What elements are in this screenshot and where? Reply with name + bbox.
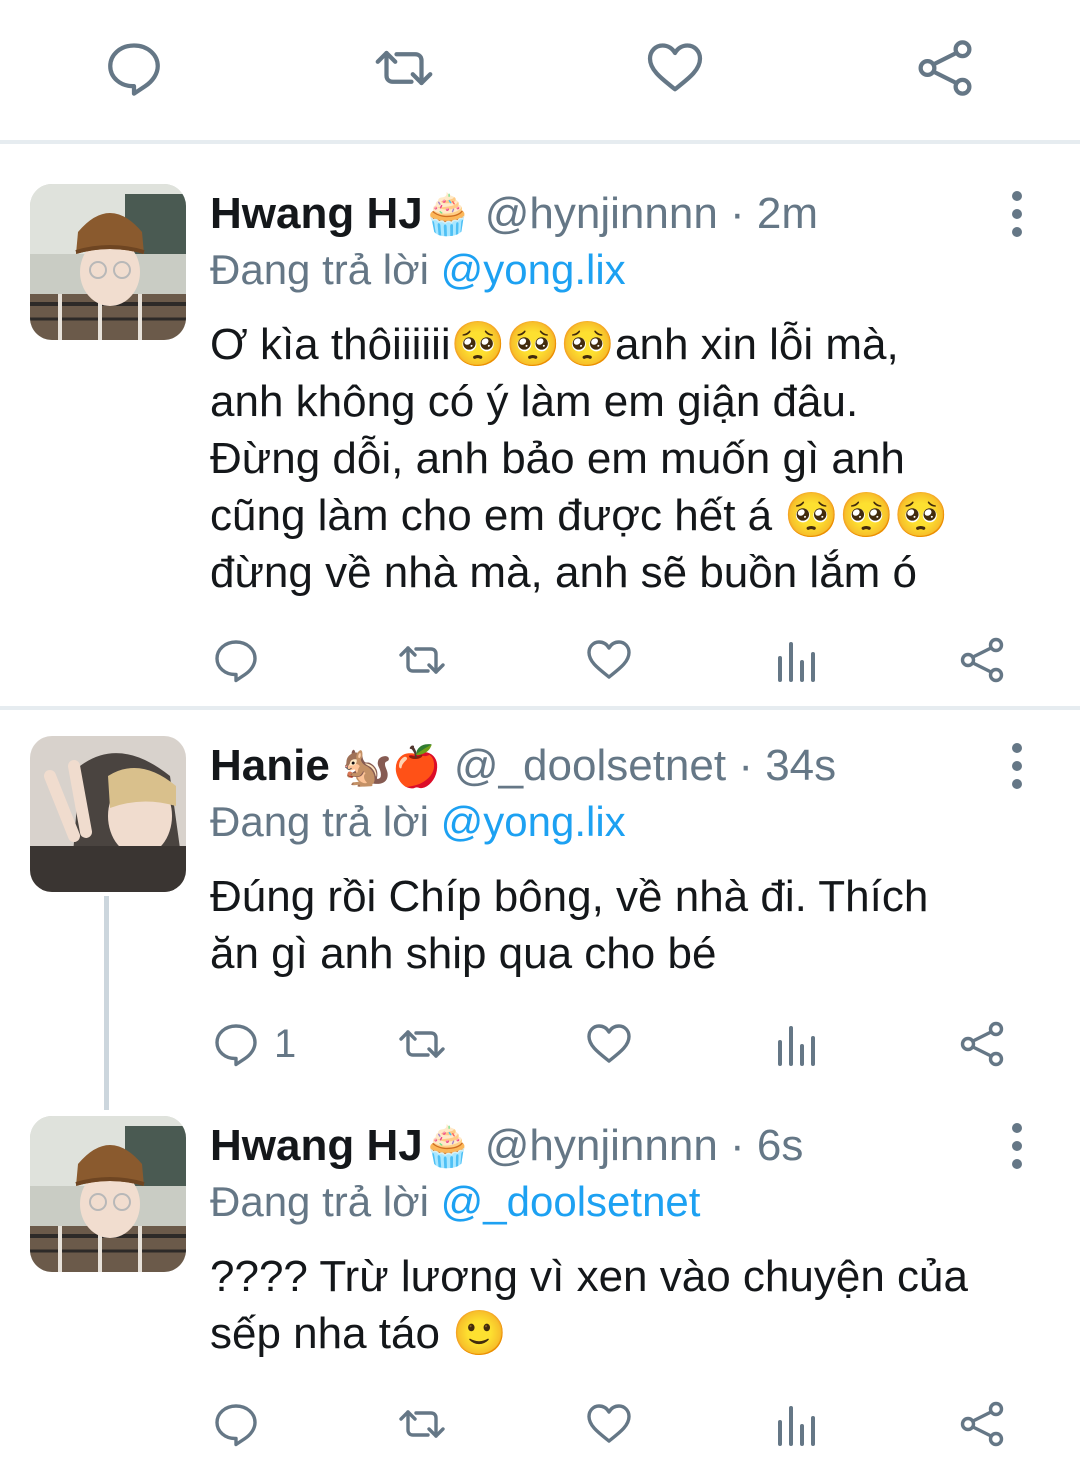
- tweet-actions: 1: [0, 1018, 1080, 1078]
- top-action-bar: [0, 0, 1080, 140]
- tweet[interactable]: Hwang HJ🧁 @hynjinnnn · 2m Đang trả lời @…: [0, 182, 1080, 702]
- more-icon[interactable]: [1000, 1116, 1034, 1176]
- text-line: Đừng dỗi, anh bảo em muốn gì anh: [210, 434, 905, 483]
- tweet-actions: [0, 634, 1080, 694]
- tweet-text: ???? Trừ lương vì xen vào chuyện của sếp…: [210, 1248, 1030, 1362]
- share-button[interactable]: [958, 1018, 1006, 1070]
- like-icon: [585, 636, 633, 684]
- tweet-header: Hwang HJ🧁 @hynjinnnn · 2m: [210, 182, 818, 246]
- text-line: ăn gì anh ship qua cho bé: [210, 929, 717, 978]
- author-name[interactable]: Hwang HJ: [210, 1121, 423, 1170]
- like-button[interactable]: [585, 1018, 633, 1070]
- tweet-header: Hanie 🐿️🍎 @_doolsetnet · 34s: [210, 734, 836, 798]
- retweet-icon: [398, 636, 446, 684]
- reply-button[interactable]: [212, 1398, 274, 1450]
- share-icon[interactable]: [915, 38, 975, 98]
- like-icon: [585, 1020, 633, 1068]
- name-emoji: 🐿️🍎: [342, 744, 442, 790]
- tweet-header: Hwang HJ🧁 @hynjinnnn · 6s: [210, 1114, 803, 1178]
- stats-icon: [772, 636, 820, 684]
- tweet-text: Đúng rồi Chíp bông, về nhà đi. Thích ăn …: [210, 868, 1030, 982]
- stats-button[interactable]: [772, 1398, 820, 1450]
- like-icon[interactable]: [645, 38, 705, 98]
- replying-to: Đang trả lời @yong.lix: [210, 242, 626, 298]
- tweet[interactable]: Hwang HJ🧁 @hynjinnnn · 6s Đang trả lời @…: [0, 1114, 1080, 1454]
- replying-to: Đang trả lời @_doolsetnet: [210, 1174, 700, 1230]
- more-icon[interactable]: [1000, 184, 1034, 244]
- divider: [0, 140, 1080, 144]
- text-line: ???? Trừ lương vì xen vào chuyện của: [210, 1252, 968, 1301]
- reply-icon[interactable]: [104, 38, 164, 98]
- share-icon: [958, 1400, 1006, 1448]
- stats-button[interactable]: [772, 634, 820, 686]
- stats-icon: [772, 1020, 820, 1068]
- tweet-actions: [0, 1398, 1080, 1458]
- replying-label: Đang trả lời: [210, 1178, 429, 1225]
- replying-label: Đang trả lời: [210, 246, 429, 293]
- reply-count: 1: [274, 1021, 297, 1066]
- avatar[interactable]: [30, 1116, 186, 1272]
- reply-icon: [212, 636, 260, 684]
- reply-icon: [212, 1400, 260, 1448]
- text-line: đừng về nhà mà, anh sẽ buồn lắm ó: [210, 548, 918, 597]
- retweet-button[interactable]: [398, 1398, 446, 1450]
- reply-icon: [212, 1020, 260, 1068]
- retweet-icon: [398, 1020, 446, 1068]
- timestamp[interactable]: · 2m: [730, 189, 818, 238]
- name-emoji: 🧁: [422, 192, 473, 238]
- name-emoji: 🧁: [422, 1124, 473, 1170]
- mention-link[interactable]: @yong.lix: [441, 798, 626, 845]
- reply-button[interactable]: 1: [212, 1018, 296, 1070]
- retweet-icon: [398, 1400, 446, 1448]
- avatar[interactable]: [30, 184, 186, 340]
- like-button[interactable]: [585, 1398, 633, 1450]
- mention-link[interactable]: @yong.lix: [441, 246, 626, 293]
- like-icon: [585, 1400, 633, 1448]
- share-icon: [958, 1020, 1006, 1068]
- replying-label: Đang trả lời: [210, 798, 429, 845]
- reply-button[interactable]: [212, 634, 274, 686]
- retweet-button[interactable]: [398, 634, 446, 686]
- author-name[interactable]: Hwang HJ: [210, 189, 423, 238]
- author-handle[interactable]: @_doolsetnet: [454, 741, 726, 790]
- mention-link[interactable]: @_doolsetnet: [441, 1178, 701, 1225]
- stats-icon: [772, 1400, 820, 1448]
- text-line: cũng làm cho em được hết á 🥺🥺🥺: [210, 491, 949, 540]
- retweet-button[interactable]: [398, 1018, 446, 1070]
- text-line: Đúng rồi Chíp bông, về nhà đi. Thích: [210, 872, 929, 921]
- tweet-text: Ơ kìa thôiiiiii🥺🥺🥺anh xin lỗi mà, anh kh…: [210, 316, 1030, 601]
- divider: [0, 706, 1080, 710]
- timestamp[interactable]: · 6s: [730, 1121, 803, 1170]
- timestamp[interactable]: · 34s: [738, 741, 836, 790]
- text-line: Ơ kìa thôiiiiii🥺🥺🥺anh xin lỗi mà,: [210, 320, 899, 369]
- stats-button[interactable]: [772, 1018, 820, 1070]
- tweet[interactable]: Hanie 🐿️🍎 @_doolsetnet · 34s Đang trả lờ…: [0, 734, 1080, 1074]
- retweet-icon[interactable]: [374, 38, 434, 98]
- share-icon: [958, 636, 1006, 684]
- text-line: anh không có ý làm em giận đâu.: [210, 377, 859, 426]
- avatar[interactable]: [30, 736, 186, 892]
- author-name[interactable]: Hanie: [210, 741, 330, 790]
- replying-to: Đang trả lời @yong.lix: [210, 794, 626, 850]
- text-line: sếp nha táo 🙂: [210, 1309, 507, 1358]
- author-handle[interactable]: @hynjinnnn: [485, 189, 718, 238]
- more-icon[interactable]: [1000, 736, 1034, 796]
- share-button[interactable]: [958, 634, 1006, 686]
- share-button[interactable]: [958, 1398, 1006, 1450]
- author-handle[interactable]: @hynjinnnn: [485, 1121, 718, 1170]
- like-button[interactable]: [585, 634, 633, 686]
